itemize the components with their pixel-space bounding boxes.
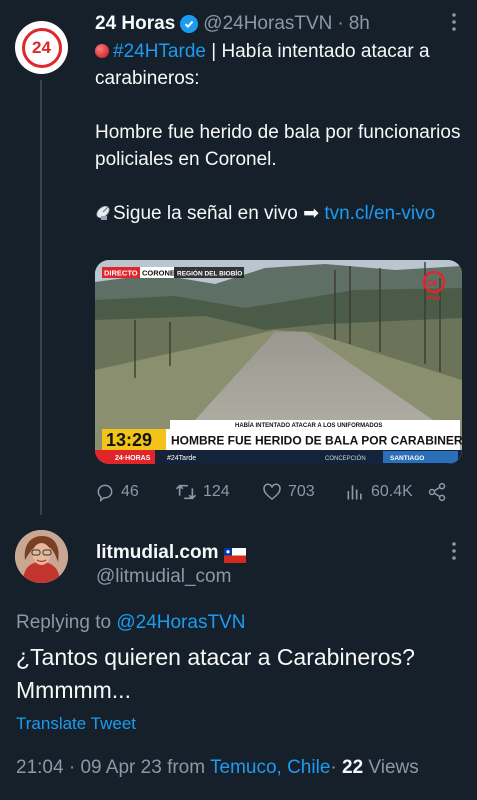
reply-location-link[interactable]: Temuco, Chile <box>210 757 330 778</box>
tweet-paragraph-2: Hombre fue herido de bala por funcionari… <box>95 122 461 170</box>
reply-text: ¿Tantos quieren atacar a Carabineros? Mm… <box>16 644 415 703</box>
retweet-icon <box>175 482 197 502</box>
hashtag-link[interactable]: #24HTarde <box>113 41 206 62</box>
like-button[interactable]: 703 <box>262 480 315 504</box>
reply-date: 09 Apr 23 <box>80 757 162 778</box>
meta-separator-2: · <box>330 757 337 778</box>
tweet-line-3-text: Sigue la señal en vivo ➡ <box>113 203 325 224</box>
channel-logo-sub: VIVO <box>426 296 441 302</box>
live-link[interactable]: tvn.cl/en-vivo <box>324 203 435 224</box>
reply-avatar[interactable] <box>15 530 68 583</box>
reply-count: 46 <box>121 483 139 500</box>
views-button[interactable]: 60.4K <box>345 480 413 504</box>
retweet-count: 124 <box>203 483 230 500</box>
tweet-paragraph-3: Sigue la señal en vivo ➡ tvn.cl/en-vivo <box>95 200 467 227</box>
lower-third-headline: HOMBRE FUE HERIDO DE BALA POR CARABINERO… <box>171 434 462 448</box>
tweet-metadata: 21:04 · 09 Apr 23 from Temuco, Chile· 22… <box>16 756 419 780</box>
avatar[interactable]: 24 <box>15 21 68 74</box>
tweet-actions: 46 124 703 60.4K <box>95 480 465 504</box>
tweet-media-image[interactable]: DIRECTO CORONEL REGIÓN DEL BIOBÍO 24 VIV… <box>95 260 462 464</box>
avatar-logo-text: 24 <box>32 37 51 57</box>
share-button[interactable] <box>427 480 447 504</box>
badge-region: REGIÓN DEL BIOBÍO <box>177 269 242 278</box>
views-count: 60.4K <box>371 483 413 500</box>
lower-third-clock: 13:29 <box>106 430 152 450</box>
reply-time: 21:04 <box>16 757 64 778</box>
tweet-text: #24HTarde | Había intentado atacar a car… <box>95 38 467 227</box>
replying-to-handle[interactable]: @24HorasTVN <box>116 612 245 633</box>
reply-views-count: 22 <box>342 757 364 778</box>
meta-separator: · <box>68 757 76 778</box>
tweet-paragraph-1: #24HTarde | Había intentado atacar a car… <box>95 38 467 92</box>
like-icon <box>262 482 282 502</box>
verified-badge-icon <box>180 15 199 33</box>
separator: · <box>337 13 344 34</box>
reply-author-row: litmudial.com <box>96 541 247 565</box>
translate-tweet-link[interactable]: Translate Tweet <box>16 713 136 735</box>
reply-button[interactable]: 46 <box>95 480 139 504</box>
tweet-header: 24 Horas @24HorasTVN · 8h <box>95 12 370 36</box>
reply-from-label: from <box>167 757 206 778</box>
author-name[interactable]: 24 Horas <box>95 12 175 36</box>
badge-directo: DIRECTO <box>104 269 138 278</box>
tweet-time[interactable]: 8h <box>349 12 370 36</box>
badge-location: CORONEL <box>142 269 180 278</box>
author-handle[interactable]: @24HorasTVN <box>203 12 332 36</box>
ticker-city: SANTIAGO <box>390 455 424 462</box>
more-icon[interactable] <box>448 541 460 566</box>
channel-logo-text: 24 <box>427 278 437 288</box>
reply-views-label: Views <box>368 757 419 778</box>
reply-author-name[interactable]: litmudial.com <box>96 541 218 565</box>
satellite-dish-icon <box>95 203 113 221</box>
reply-author-handle[interactable]: @litmudial_com <box>96 565 231 589</box>
chile-flag-icon <box>224 546 247 563</box>
replying-to-label: Replying to <box>16 612 117 633</box>
share-icon <box>427 482 447 502</box>
ticker-tag: #24Tarde <box>167 455 196 462</box>
replying-to: Replying to @24HorasTVN <box>16 611 245 635</box>
24horas-logo: 24 <box>21 27 62 68</box>
ticker-place: CONCEPCIÓN <box>325 455 366 462</box>
red-circle-emoji-icon <box>95 44 109 58</box>
lower-third-kicker: HABÍA INTENTADO ATACAR A LOS UNIFORMADOS <box>235 421 382 429</box>
ticker-brand: 24·HORAS <box>115 455 151 462</box>
retweet-button[interactable]: 124 <box>175 480 230 504</box>
reply-icon <box>95 482 115 502</box>
thread-line <box>40 80 42 515</box>
views-icon <box>345 482 365 502</box>
like-count: 703 <box>288 483 315 500</box>
more-icon[interactable] <box>448 12 460 37</box>
